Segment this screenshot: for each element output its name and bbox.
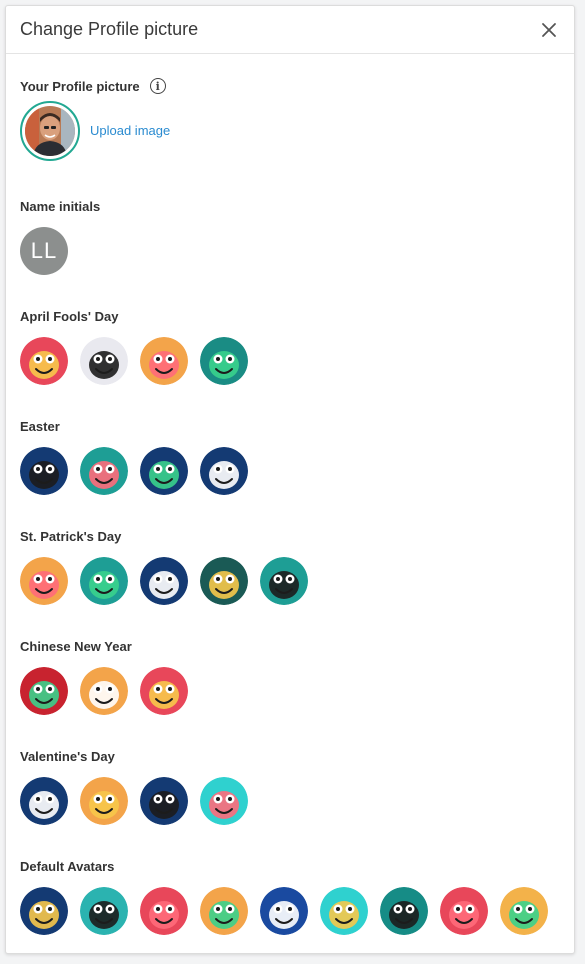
monster-orange-cyclops-avatar[interactable] [200, 887, 248, 935]
profile-picture-heading-row: Your Profile picture i [20, 78, 166, 94]
upload-image-link[interactable]: Upload image [90, 123, 170, 138]
monster-pink-tongue-avatar[interactable] [440, 887, 488, 935]
clover-avatar[interactable] [80, 557, 128, 605]
close-icon[interactable] [538, 19, 560, 41]
heart-tongue-avatar[interactable] [200, 777, 248, 825]
monster-navy-avatar[interactable] [260, 887, 308, 935]
chick-avatar[interactable] [140, 447, 188, 495]
avatar-section-4: Valentine's Day [20, 749, 248, 825]
dragon-avatar[interactable] [20, 667, 68, 715]
monster-aqua-avatar[interactable] [320, 887, 368, 935]
avatar-section-title: Default Avatars [20, 859, 115, 874]
bunny-avatar[interactable] [20, 447, 68, 495]
avatar-section-title: Chinese New Year [20, 639, 132, 654]
avatar-section-3: Chinese New Year [20, 639, 188, 715]
leprechaun-hat-avatar[interactable] [20, 557, 68, 605]
dialog-title: Change Profile picture [20, 19, 199, 39]
shamrock-avatar[interactable] [140, 557, 188, 605]
monster-red-grin-avatar[interactable] [140, 887, 188, 935]
avatar-section-title: St. Patrick's Day [20, 529, 122, 544]
change-profile-picture-dialog: Change Profile picture Your Profile pict… [5, 5, 575, 954]
rooster-avatar[interactable] [80, 447, 128, 495]
name-initials-section: Name initials LL [20, 199, 100, 275]
monster-teal-sleepy-avatar[interactable] [380, 887, 428, 935]
avatar [25, 106, 75, 156]
heart-eyes-blue-avatar[interactable] [20, 777, 68, 825]
whale-avatar[interactable] [20, 337, 68, 385]
heart-monster-avatar[interactable] [140, 777, 188, 825]
name-initials-title: Name initials [20, 199, 101, 214]
avatar-section-5: Default Avatars [20, 859, 548, 935]
avatar-section-title: April Fools' Day [20, 309, 119, 324]
pot-of-gold-avatar[interactable] [200, 557, 248, 605]
avatar-section-0: April Fools' Day [20, 309, 248, 385]
monster-teal-cyclops-avatar[interactable] [80, 887, 128, 935]
avatar-row [20, 887, 548, 935]
avatar-row [20, 557, 308, 605]
bird-avatar[interactable] [80, 337, 128, 385]
profile-picture-title: Your Profile picture [20, 78, 140, 94]
monster-yellow-smile-avatar[interactable] [500, 887, 548, 935]
avatar-row [20, 337, 248, 385]
clown-avatar[interactable] [140, 337, 188, 385]
leprechaun-avatar[interactable] [260, 557, 308, 605]
avatar-section-title: Valentine's Day [20, 749, 115, 764]
avatar-row [20, 777, 248, 825]
avatar-section-2: St. Patrick's Day [20, 529, 308, 605]
spiral-avatar[interactable] [140, 667, 188, 715]
monster-blue-fangs-avatar[interactable] [20, 887, 68, 935]
heart-eyes-orange-avatar[interactable] [80, 777, 128, 825]
info-icon[interactable]: i [149, 78, 166, 94]
egg-avatar[interactable] [200, 447, 248, 495]
avatar-row [20, 447, 248, 495]
avatar-section-title: Easter [20, 419, 60, 434]
initials-avatar[interactable]: LL [20, 227, 68, 275]
current-profile-photo[interactable] [20, 101, 80, 161]
lantern-monster-avatar[interactable] [80, 667, 128, 715]
dialog-header: Change Profile picture [6, 6, 574, 54]
avatar-section-1: Easter [20, 419, 248, 495]
avatar-row [20, 667, 188, 715]
glasses-mustache-avatar[interactable] [200, 337, 248, 385]
